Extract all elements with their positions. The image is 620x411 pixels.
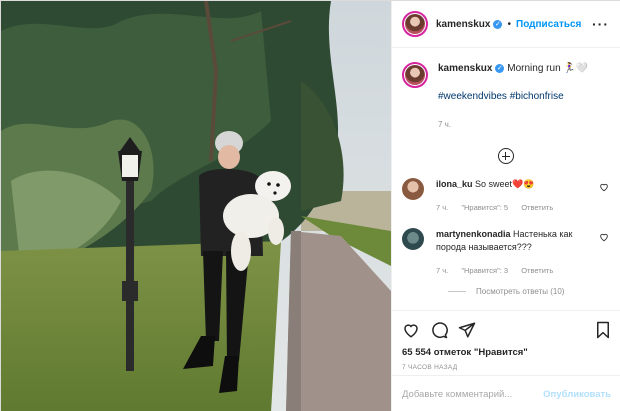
comment-likes[interactable]: "Нравится": 3 <box>461 266 508 275</box>
comments-section: kamenskux ✓ Morning run 🏃‍♀️🤍 #weekendvib… <box>392 48 620 310</box>
post-details-panel: kamenskux ✓ • Подписаться ··· kamenskux ✓… <box>391 1 620 411</box>
comment-username[interactable]: ilona_ku <box>436 179 473 189</box>
comment-time: 7 ч. <box>436 266 449 275</box>
share-icon[interactable] <box>458 321 476 339</box>
action-icons <box>402 319 611 341</box>
comment-icon[interactable] <box>430 321 448 339</box>
comment-text: So sweet❤️😍 <box>475 179 535 189</box>
commenter-avatar[interactable] <box>402 228 424 250</box>
verified-icon: ✓ <box>493 19 503 29</box>
follow-button[interactable]: Подписаться <box>516 19 581 30</box>
view-replies-label[interactable]: Посмотреть ответы (10) <box>476 287 564 296</box>
author-username[interactable]: kamenskux <box>436 19 490 30</box>
heart-icon[interactable] <box>402 321 420 339</box>
post-actions: 65 554 отметок "Нравится" 7 ЧАСОВ НАЗАД <box>392 310 620 371</box>
header-separator: • <box>507 18 511 30</box>
likes-count[interactable]: 65 554 отметок "Нравится" <box>402 347 611 358</box>
caption-time: 7 ч. <box>438 120 452 129</box>
reply-button[interactable]: Ответить <box>521 266 553 275</box>
post-header: kamenskux ✓ • Подписаться ··· <box>392 1 620 48</box>
bookmark-icon[interactable] <box>595 321 611 339</box>
heart-icon[interactable] <box>599 182 609 192</box>
comment-item: ilona_ku So sweet❤️😍 7 ч. "Нравится": 5 … <box>402 178 609 214</box>
caption-hashtags[interactable]: #weekendvibes #bichonfrise <box>438 90 588 104</box>
author-avatar[interactable] <box>402 11 428 37</box>
instagram-post-window: kamenskux ✓ • Подписаться ··· kamenskux ✓… <box>0 0 620 411</box>
post-time-ago: 7 ЧАСОВ НАЗАД <box>402 364 458 371</box>
verified-icon: ✓ <box>495 63 505 73</box>
reply-button[interactable]: Ответить <box>521 203 553 212</box>
photo-illustration <box>1 1 391 411</box>
commenter-avatar[interactable] <box>402 178 424 200</box>
add-comment-icon[interactable] <box>497 148 514 164</box>
comment-likes[interactable]: "Нравится": 5 <box>461 203 508 212</box>
heart-icon[interactable] <box>599 232 609 242</box>
post-photo[interactable] <box>1 1 391 411</box>
comment-time: 7 ч. <box>436 203 449 212</box>
comment-username[interactable]: martynenkonadia <box>436 229 511 239</box>
caption-avatar[interactable] <box>402 62 428 88</box>
view-replies-link[interactable]: Посмотреть ответы (10) <box>448 287 609 296</box>
comment-item: martynenkonadia Настенька как порода наз… <box>402 228 609 277</box>
caption-text: Morning run 🏃‍♀️🤍 <box>507 63 589 74</box>
more-icon[interactable]: ··· <box>592 16 609 32</box>
caption: kamenskux ✓ Morning run 🏃‍♀️🤍 #weekendvib… <box>402 62 609 132</box>
replies-divider <box>448 291 466 292</box>
caption-username[interactable]: kamenskux <box>438 63 492 74</box>
publish-button[interactable]: Опубликовать <box>543 389 611 400</box>
add-comment-bar: Добавьте комментарий... Опубликовать <box>392 375 620 411</box>
comment-input[interactable]: Добавьте комментарий... <box>402 389 512 400</box>
